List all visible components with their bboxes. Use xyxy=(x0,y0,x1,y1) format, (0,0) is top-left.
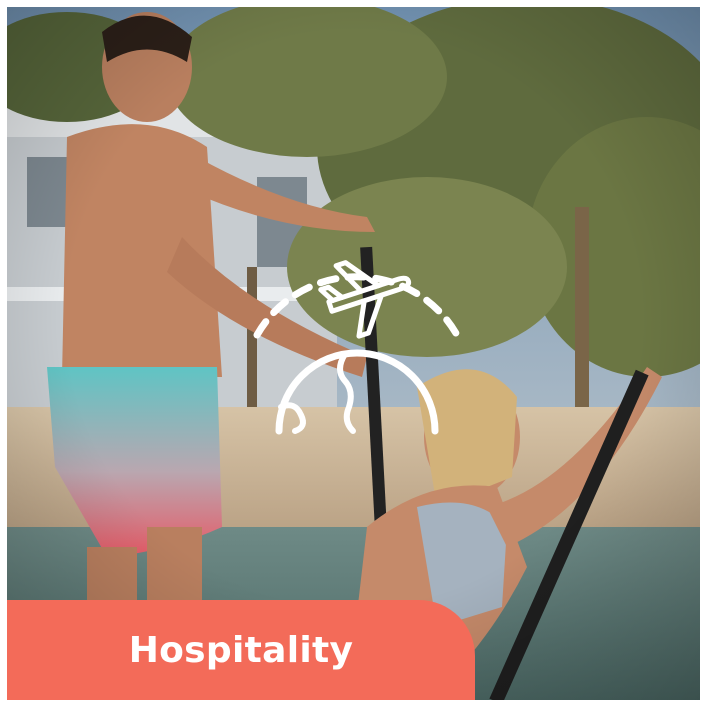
travel-globe-plane-icon xyxy=(253,260,461,435)
hospitality-card[interactable]: Hospitality xyxy=(7,7,700,700)
category-label[interactable]: Hospitality xyxy=(7,600,475,700)
category-label-text: Hospitality xyxy=(128,629,354,671)
